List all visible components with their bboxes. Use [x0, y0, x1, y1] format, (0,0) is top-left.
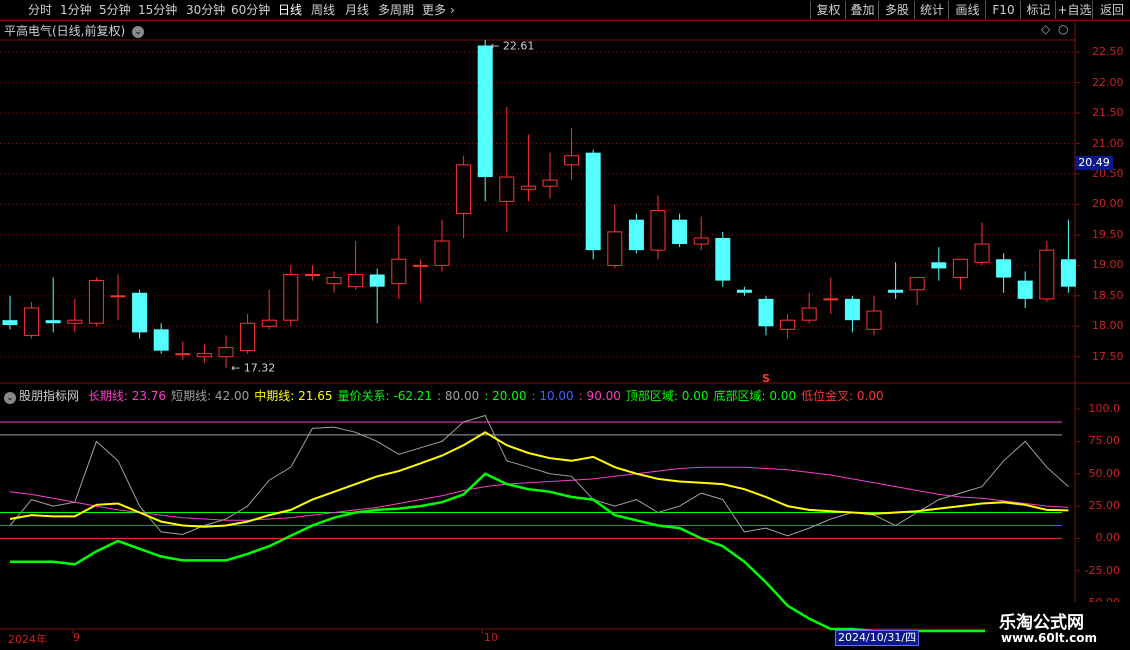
candle-body-down [672, 219, 688, 245]
candle-body-down [758, 298, 774, 327]
candle-body-up [909, 277, 925, 291]
low-price-label: ← 17.32 [231, 362, 275, 375]
indicator-dropdown-icon[interactable]: ⌄ [4, 392, 16, 404]
candle-body-up [542, 179, 558, 187]
price-tick-label: 21.50 [1092, 106, 1124, 120]
candle-body-down [888, 289, 904, 293]
candle-body-down [844, 298, 860, 321]
indicator-series-line [9, 414, 1069, 537]
candle-body-up [348, 274, 364, 288]
candle-body-up [499, 176, 515, 202]
indicator-name: 股朋指标网 [19, 389, 80, 403]
x-label-year: 2024年 [8, 633, 47, 646]
watermark-title: 乐淘公式网 [999, 613, 1084, 633]
price-tick-label: 18.00 [1092, 319, 1124, 333]
indicator-legend-item: 底部区域: 0.00 [713, 389, 797, 403]
price-tick-label: 22.00 [1092, 75, 1124, 89]
candle-body-up [196, 353, 212, 358]
sell-signal-marker: S [762, 372, 770, 385]
high-price-label: ← 22.61 [490, 39, 534, 52]
stock-chart[interactable]: ← 22.61 ← 17.32 S [0, 0, 1130, 650]
candle-body-up [650, 210, 666, 251]
x-label-sep: 9 [73, 631, 80, 644]
candle-body-up [326, 277, 342, 285]
indicator-legend-item: 量价关系: -62.21 [337, 389, 433, 403]
candle-body-up [434, 240, 450, 266]
candle-body-up [261, 319, 277, 327]
candle-body-down [477, 45, 493, 178]
candle-body-up [304, 274, 320, 276]
indicator-legend-item: : 20.00 [484, 389, 527, 403]
candle-body-up [823, 298, 839, 301]
indicator-legend-item: : 80.00 [437, 389, 480, 403]
indicator-tick-label: 25.00 [1088, 499, 1121, 513]
indicator-tick-label: 0.00 [1095, 531, 1121, 545]
price-tick-label: 17.50 [1092, 349, 1124, 363]
x-label-oct: 10 [484, 631, 498, 644]
price-tick-label: 20.00 [1092, 197, 1124, 211]
indicator-tick-label: -25.00 [1084, 563, 1120, 577]
candle-body-up [780, 319, 796, 330]
candle-body-up [67, 319, 83, 324]
candle-body-down [369, 274, 385, 287]
candle-body-up [1039, 249, 1055, 300]
candle-body-down [2, 320, 18, 326]
watermark-url: www.60lt.com [1001, 631, 1098, 645]
candle-body-down [715, 237, 731, 281]
indicator-legend-item: 顶部区域: 0.00 [625, 389, 709, 403]
candle-body-down [996, 259, 1012, 278]
candle-body-up [110, 295, 126, 298]
candle-body-up [952, 258, 968, 279]
price-tick-label: 19.00 [1092, 258, 1124, 272]
candle-body-down [45, 320, 61, 324]
indicator-legend-item: 低位金叉: 0.00 [801, 389, 884, 403]
current-price-label: 20.49 [1075, 156, 1113, 170]
candle-body-down [1060, 259, 1076, 287]
candle-body-up [412, 264, 428, 267]
candle-body-down [628, 219, 644, 251]
indicator-legend: ⌄ 股朋指标网 长期线: 23.76 短期线: 42.00 中期线: 21.65 量价关… [4, 387, 884, 404]
indicator-tick-label: 75.00 [1088, 434, 1121, 448]
candle-body-down [1017, 280, 1033, 299]
candle-body-up [693, 237, 709, 245]
price-tick-label: 18.50 [1092, 288, 1124, 302]
candle-body-up [564, 155, 580, 166]
candle-body-up [866, 310, 882, 330]
indicator-legend-item: : 10.00 [531, 389, 574, 403]
indicator-legend-item: 中期线: 21.65 [254, 389, 333, 403]
candle-body-down [585, 152, 601, 251]
indicator-legend-item: 短期线: 42.00 [171, 389, 250, 403]
candle-body-up [974, 243, 990, 263]
indicator-tick-label: 100.0 [1088, 402, 1121, 415]
candle-body-up [801, 307, 817, 321]
candle-body-up [88, 280, 104, 324]
candle-body-up [456, 164, 472, 215]
candle-body-up [607, 231, 623, 266]
candle-body-up [24, 307, 40, 336]
indicator-series-line [10, 472, 1070, 633]
price-tick-label: 22.50 [1092, 45, 1124, 59]
candle-body-down [931, 262, 947, 269]
candle-body-up [175, 353, 191, 356]
candle-body-up [218, 347, 234, 358]
indicator-tick-label: 50.00 [1088, 466, 1121, 480]
candle-body-down [132, 292, 148, 333]
candle-body-down [736, 289, 752, 293]
candle-body-down [153, 329, 169, 351]
cursor-date: 2024/10/31/四 [835, 630, 920, 646]
indicator-legend-item: 长期线: 23.76 [87, 389, 167, 403]
price-tick-label: 19.50 [1092, 227, 1124, 241]
candle-body-up [283, 274, 299, 321]
price-tick-label: 21.00 [1092, 136, 1124, 150]
candle-body-up [240, 322, 256, 352]
candle-body-up [391, 258, 407, 285]
candle-body-up [520, 185, 536, 190]
indicator-legend-item: : 90.00 [578, 389, 621, 403]
